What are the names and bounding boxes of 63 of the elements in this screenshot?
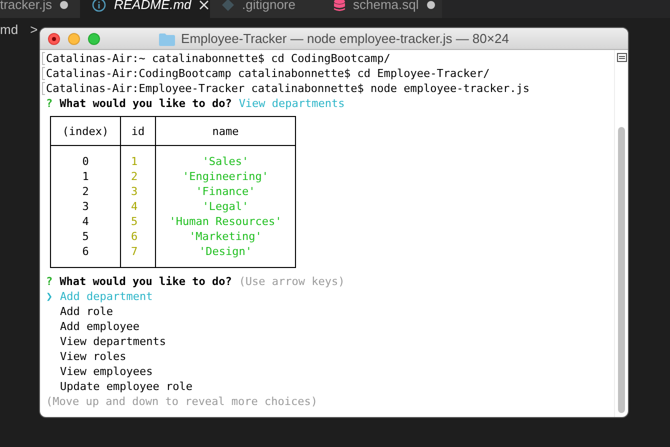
scrollbar-thumb[interactable] [618, 127, 625, 413]
close-icon[interactable] [199, 0, 210, 10]
close-window-button[interactable] [48, 32, 60, 44]
table-cell: 0 [82, 155, 89, 168]
breadcrumb-separator: > [30, 21, 38, 40]
tab-label: schema.sql [353, 0, 419, 14]
tab-label: tracker.js [0, 0, 52, 14]
table-cell: 5 [131, 215, 138, 228]
menu-choice[interactable]: Add employee [60, 319, 140, 334]
table-cell: 'Design' [199, 245, 252, 258]
menu-choice[interactable]: View roles [60, 349, 126, 364]
editor-tab[interactable]: .gitignore [210, 0, 322, 18]
prompt-hint: (Use arrow keys) [238, 274, 345, 289]
table-cell: 4 [131, 200, 138, 213]
table-cell: 'Human Resources' [169, 215, 282, 228]
menu-choice[interactable]: Add role [60, 304, 113, 319]
footer-hint: (Move up and down to reveal more choices) [46, 395, 318, 408]
table-cell: 1 [82, 170, 89, 183]
tab-label: README.md [114, 0, 192, 14]
editor-tab[interactable]: schema.sql [322, 0, 442, 18]
table-cell: 'Engineering' [182, 170, 269, 183]
prompt-mark: ? [46, 96, 53, 111]
window-title: Employee-Tracker — node employee-tracker.js — 80×24 [181, 30, 509, 48]
table-cell: 1 [131, 155, 138, 168]
table-cell: 3 [131, 185, 138, 198]
table-cell: 'Marketing' [189, 230, 262, 243]
table-cell: 6 [82, 245, 89, 258]
table-cell: 7 [131, 245, 138, 258]
info-icon [92, 0, 106, 12]
menu-choice[interactable]: View employees [60, 364, 153, 379]
command-line: Catalinas-Air:CodingBootcamp catalinabonnette$ cd Employee-Tracker/ [46, 66, 490, 81]
line-marker [42, 82, 45, 95]
split-icon[interactable] [616, 53, 626, 62]
breadcrumb-item[interactable]: md [0, 20, 18, 40]
table-cell: 6 [131, 230, 138, 243]
line-marker [42, 52, 45, 65]
table-cell: 'Legal' [202, 200, 249, 213]
prompt-mark: ? [46, 274, 53, 289]
menu-choice[interactable]: Update employee role [60, 379, 192, 394]
table-cell: 2 [82, 185, 89, 198]
tab-label: .gitignore [242, 0, 296, 14]
editor-tab[interactable]: tracker.js [0, 0, 80, 18]
diamond-icon [222, 0, 234, 11]
column-header: (index) [50, 116, 120, 146]
table-cell: 2 [131, 170, 138, 183]
prompt-answer: View departments [238, 96, 345, 111]
menu-choice[interactable]: View departments [60, 334, 166, 349]
table-cell: 4 [82, 215, 89, 228]
editor-tab[interactable]: README.md [80, 0, 210, 18]
table-cell: 'Finance' [196, 185, 256, 198]
database-icon [334, 0, 345, 12]
pointer-mark: ❯ [46, 289, 53, 304]
column-header: name [156, 116, 296, 146]
table-cell: 5 [82, 230, 89, 243]
prompt-question: What would you like to do? [60, 96, 232, 111]
folder-icon [159, 32, 176, 46]
table-cell: 'Sales' [202, 155, 249, 168]
command-line: Catalinas-Air:~ catalinabonnette$ cd CodingBootcamp/ [46, 51, 390, 66]
table-cell: 3 [82, 200, 89, 213]
command-line: Catalinas-Air:Employee-Tracker catalinabonnette$ node employee-tracker.js [46, 81, 530, 96]
line-marker [42, 67, 45, 80]
prompt-question: What would you like to do? [60, 274, 232, 289]
column-header: id [120, 116, 156, 146]
